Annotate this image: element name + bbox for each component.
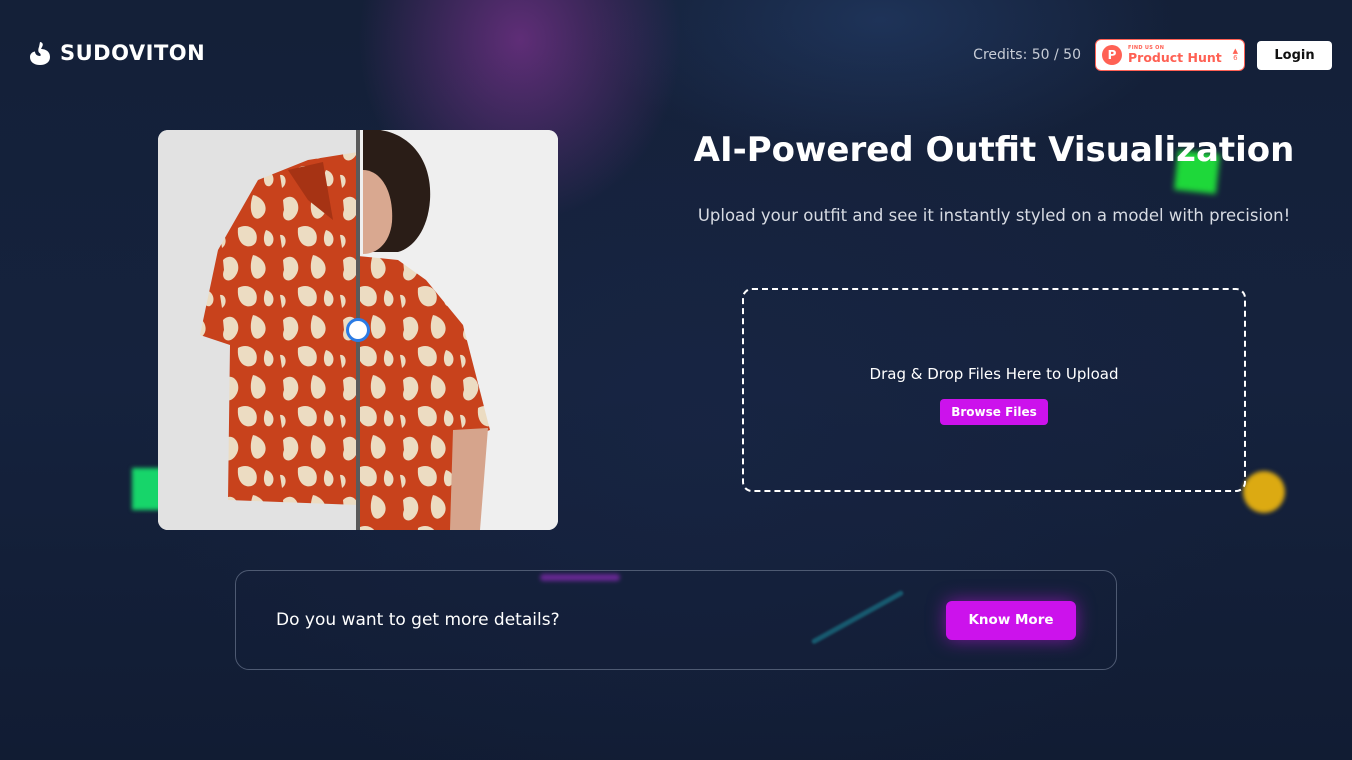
outfit-comparison-slider[interactable] — [158, 130, 558, 530]
product-hunt-badge[interactable]: P FIND US ON Product Hunt ▲ 6 — [1095, 39, 1245, 71]
product-hunt-title: Product Hunt — [1128, 49, 1222, 65]
details-question: Do you want to get more details? — [276, 610, 560, 630]
credits-display: Credits: 50 / 50 — [973, 47, 1081, 63]
file-dropzone[interactable]: Drag & Drop Files Here to Upload Browse … — [742, 288, 1246, 492]
page-title: AI-Powered Outfit Visualization — [693, 130, 1295, 170]
browse-files-button[interactable]: Browse Files — [940, 399, 1048, 425]
details-card: Do you want to get more details? Know Mo… — [235, 570, 1117, 670]
know-more-button[interactable]: Know More — [946, 600, 1076, 640]
comparison-handle-icon[interactable] — [346, 318, 370, 342]
page-subtitle: Upload your outfit and see it instantly … — [697, 206, 1291, 225]
credits-label: Credits: — [973, 47, 1028, 63]
logo-icon — [30, 42, 50, 65]
vote-count: 6 — [1233, 54, 1238, 62]
dropzone-text: Drag & Drop Files Here to Upload — [869, 365, 1119, 383]
product-hunt-icon: P — [1102, 45, 1122, 65]
header-actions: Credits: 50 / 50 P FIND US ON Product Hu… — [973, 39, 1332, 71]
brand-logo[interactable]: SUDOVITON — [28, 40, 205, 66]
credits-value: 50 / 50 — [1031, 47, 1081, 63]
decorative-yellow-circle — [1243, 471, 1285, 513]
product-hunt-votes: ▲ 6 — [1233, 48, 1238, 62]
brand-name: SUDOVITON — [60, 41, 206, 65]
login-button[interactable]: Login — [1257, 40, 1332, 70]
